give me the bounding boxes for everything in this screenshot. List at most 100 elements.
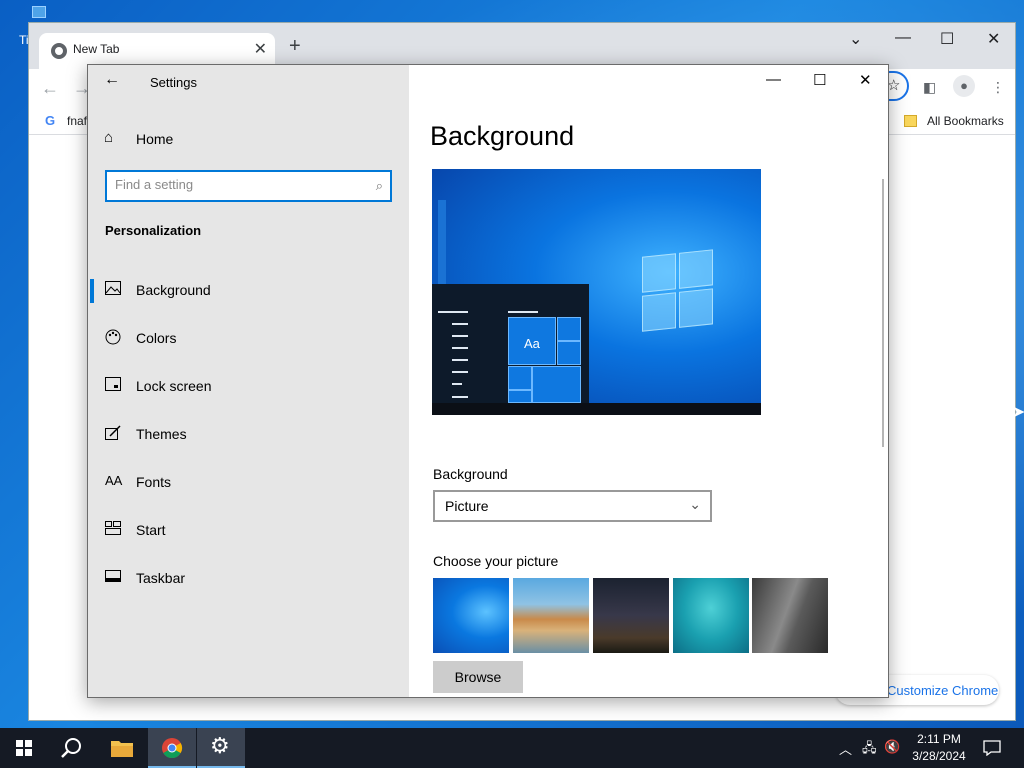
desktop-preview: Aa (432, 169, 761, 415)
windows-logo-icon (642, 249, 714, 333)
clock-time: 2:11 PM (917, 732, 961, 746)
settings-content: Background Aa Background Picture ⌄ Choos… (409, 65, 888, 697)
thumbnail-rock-cliff[interactable] (752, 578, 828, 653)
nav-item-start[interactable]: Start (88, 511, 409, 551)
page-title: Background (430, 121, 575, 151)
scrollbar[interactable] (882, 179, 884, 447)
background-type-label: Background (433, 466, 508, 482)
home-label: Home (136, 131, 174, 147)
gear-icon: ⚙ (210, 733, 230, 758)
taskbar-icon (105, 569, 123, 587)
selection-indicator (90, 279, 94, 303)
background-type-dropdown[interactable]: Picture ⌄ (433, 490, 712, 522)
star-icon: ☆ (887, 77, 901, 94)
preview-line (452, 347, 468, 349)
themes-icon (105, 425, 123, 443)
search-box[interactable]: ⌕ (105, 170, 392, 202)
back-arrow-icon[interactable]: ← (104, 71, 120, 89)
profile-avatar-icon[interactable]: ● (953, 75, 975, 97)
desktop-icon[interactable] (32, 6, 46, 18)
thumbnail-night-sky[interactable] (593, 578, 669, 653)
folder-icon (904, 115, 917, 127)
search-icon (61, 738, 81, 758)
preview-taskbar (432, 403, 761, 415)
nav-item-background[interactable]: Background (88, 271, 409, 311)
settings-taskbar-button[interactable]: ⚙ (197, 728, 245, 768)
palette-icon (105, 329, 123, 347)
chevron-up-icon[interactable]: ︿ (839, 739, 852, 758)
new-tab-button[interactable]: + (289, 35, 301, 58)
preview-line (438, 311, 468, 313)
system-clock[interactable]: 2:11 PM 3/28/2024 (904, 731, 974, 765)
nav-item-fonts[interactable]: AA Fonts (88, 463, 409, 503)
preview-line (452, 335, 468, 337)
windows-taskbar: ⚙ ︿ 🖧 🔇 2:11 PM 3/28/2024 (0, 728, 1024, 768)
network-icon[interactable]: 🖧 (862, 739, 877, 761)
chrome-taskbar-button[interactable] (148, 728, 196, 768)
all-bookmarks-link[interactable]: All Bookmarks (927, 114, 1004, 128)
preview-tile (508, 366, 532, 390)
nav-item-lock-screen[interactable]: Lock screen (88, 367, 409, 407)
settings-sidebar: ← Settings ⌂ Home ⌕ Personalization Back… (88, 65, 409, 697)
nav-item-themes[interactable]: Themes (88, 415, 409, 455)
nav-label: Themes (136, 426, 187, 442)
chevron-down-icon: ⌄ (689, 496, 701, 512)
chrome-icon (162, 738, 183, 759)
preview-tile (557, 317, 581, 341)
home-icon: ⌂ (104, 129, 114, 146)
start-icon (105, 521, 123, 539)
nav-item-taskbar[interactable]: Taskbar (88, 559, 409, 599)
nav-label: Taskbar (136, 570, 186, 586)
folder-icon (111, 741, 133, 757)
file-explorer-button[interactable] (98, 728, 146, 768)
chrome-favicon-icon (51, 43, 67, 59)
preview-line (508, 311, 538, 313)
thumbnail-windows-blue[interactable] (433, 578, 509, 653)
preview-tile-text: Aa (524, 336, 540, 351)
choose-picture-label: Choose your picture (433, 553, 559, 569)
tab-search-icon[interactable]: ⌄ (849, 29, 862, 49)
dropdown-value: Picture (445, 498, 489, 514)
nav-label: Lock screen (136, 378, 212, 394)
thumbnail-underwater[interactable] (673, 578, 749, 653)
chrome-close-button[interactable]: ✕ (987, 29, 1000, 49)
nav-label: Background (136, 282, 211, 298)
chrome-maximize-button[interactable]: ☐ (940, 29, 954, 49)
preview-tile (508, 390, 532, 403)
chrome-tabstrip: New Tab ✕ + ⌄ — ☐ ✕ (29, 23, 1015, 69)
tab-close-icon[interactable]: ✕ (254, 39, 267, 59)
preview-strip (438, 200, 446, 284)
home-nav-item[interactable]: ⌂ Home (104, 129, 304, 151)
window-title: Settings (150, 75, 197, 90)
nav-label: Colors (136, 330, 177, 346)
google-icon: G (45, 113, 56, 128)
volume-muted-icon[interactable]: 🔇 (884, 739, 900, 755)
start-button[interactable] (0, 728, 48, 768)
thumbnail-beach-rock[interactable] (513, 578, 589, 653)
browse-button[interactable]: Browse (433, 661, 523, 693)
preview-tile (557, 341, 581, 365)
side-panel-icon[interactable]: ◧ (923, 79, 936, 96)
nav-label: Start (136, 522, 166, 538)
mouse-cursor-icon: ➤ (1012, 404, 1024, 421)
nav-item-colors[interactable]: Colors (88, 319, 409, 359)
menu-kebab-icon[interactable]: ⋮ (991, 79, 1005, 96)
bookmark-link[interactable]: fnaf (67, 114, 87, 128)
preview-line (452, 371, 468, 373)
preview-line (452, 359, 468, 361)
notification-icon[interactable] (983, 740, 1001, 756)
lock-screen-icon (105, 377, 123, 395)
settings-window: ← Settings ⌂ Home ⌕ Personalization Back… (87, 64, 889, 698)
customize-chrome-label: Customize Chrome (887, 683, 999, 698)
picture-icon (105, 281, 123, 299)
search-taskbar-button[interactable] (48, 728, 96, 768)
chrome-minimize-button[interactable]: — (895, 29, 911, 47)
search-icon: ⌕ (375, 178, 383, 193)
fonts-icon: AA (105, 473, 123, 488)
preview-line (452, 396, 468, 398)
clock-date: 3/28/2024 (912, 749, 966, 763)
nav-label: Fonts (136, 474, 172, 490)
back-arrow-icon[interactable]: ← (41, 78, 59, 99)
search-input[interactable] (115, 177, 355, 192)
preview-line (452, 323, 468, 325)
